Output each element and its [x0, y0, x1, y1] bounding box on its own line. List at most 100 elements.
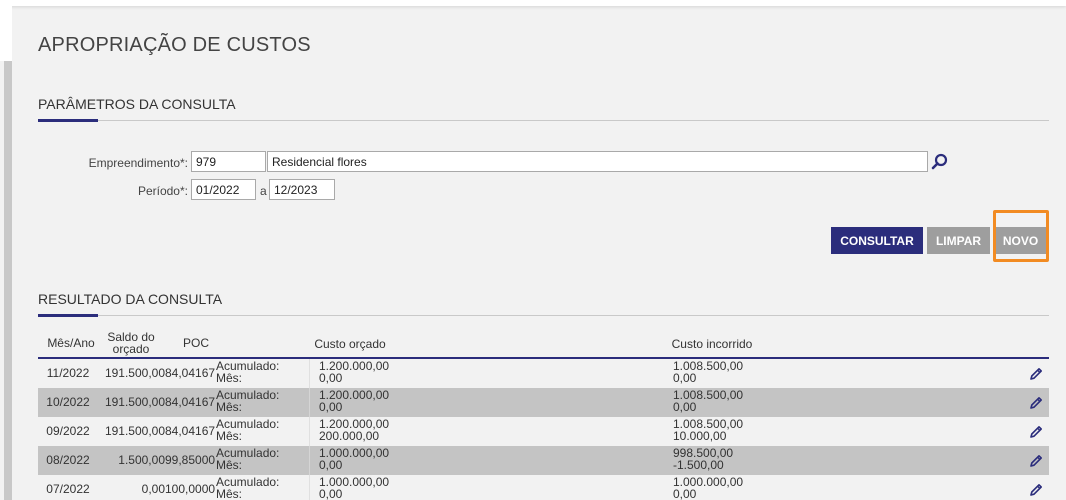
- cell-custo-orcado: 1.000.000,00 0,00: [319, 446, 519, 475]
- incorrido-acumulado: 1.000.000,00: [673, 475, 744, 489]
- search-icon: [931, 153, 947, 169]
- header-saldo-line2: orçado: [112, 342, 150, 356]
- cell-poc: 99,85000: [165, 453, 216, 467]
- incorrido-mes: -1.500,00: [673, 458, 724, 472]
- orcado-mes: 0,00: [319, 400, 343, 414]
- cell-divider: [309, 475, 310, 500]
- results-section-title: RESULTADO DA CONSULTA: [38, 291, 223, 307]
- left-panel-edge: [0, 6, 12, 61]
- orcado-acumulado: 1.200.000,00: [319, 359, 390, 373]
- cell-custo-orcado: 1.200.000,00 0,00: [319, 388, 519, 417]
- header-poc: POC: [182, 336, 209, 350]
- page-title: APROPRIAÇÃO DE CUSTOS: [38, 34, 311, 56]
- cell-poc: 100,0000: [165, 482, 216, 496]
- incorrido-acumulado: 1.008.500,00: [673, 388, 744, 402]
- header-saldo: Saldo do orçado: [100, 331, 162, 355]
- cell-mes-ano: 07/2022: [46, 482, 90, 496]
- params-accent: [38, 119, 98, 122]
- edit-button[interactable]: [1025, 417, 1047, 446]
- periodo-end-input[interactable]: [269, 179, 335, 200]
- top-bar: [0, 0, 1066, 6]
- cell-custo-orcado: 1.200.000,00 200.000,00: [319, 417, 519, 446]
- incorrido-mes: 0,00: [673, 400, 697, 414]
- orcado-mes: 0,00: [319, 371, 343, 385]
- table-row: 07/2022 0,00 100,0000 Acumulado: Mês: 1.000.0…: [38, 475, 1049, 500]
- cell-divider: [309, 388, 310, 417]
- cell-labels: Acumulado: Mês:: [216, 446, 306, 475]
- header-custo-orcado: Custo orçado: [314, 337, 386, 351]
- periodo-label: Período*:: [137, 184, 188, 198]
- incorrido-mes: 0,00: [673, 371, 697, 385]
- cell-labels: Acumulado: Mês:: [216, 388, 306, 417]
- cell-divider: [309, 417, 310, 446]
- empreendimento-code-input[interactable]: [191, 151, 266, 172]
- cell-divider: [309, 446, 310, 475]
- periodo-separator: a: [260, 184, 267, 198]
- cell-mes-ano: 08/2022: [46, 453, 90, 467]
- cell-custo-incorrido: 1.008.500,00 0,00: [673, 359, 873, 388]
- orcado-mes: 200.000,00: [319, 429, 380, 443]
- cell-divider: [309, 359, 310, 388]
- cell-saldo: 1.500,00: [118, 453, 165, 467]
- pencil-icon: [1030, 396, 1042, 409]
- results-divider: [38, 315, 1049, 316]
- edit-button[interactable]: [1025, 359, 1047, 388]
- cell-custo-incorrido: 1.000.000,00 0,00: [673, 475, 873, 500]
- incorrido-mes: 0,00: [673, 487, 697, 500]
- params-section-title: PARÂMETROS DA CONSULTA: [38, 96, 236, 112]
- pencil-icon: [1030, 483, 1042, 496]
- cell-poc: 84,04167: [165, 366, 216, 380]
- edit-button[interactable]: [1025, 475, 1047, 500]
- header-custo-incorrido: Custo incorrido: [671, 337, 753, 351]
- table-row: 09/2022 191.500,00 84,04167 Acumulado: Mês: 1…: [38, 417, 1049, 446]
- orcado-mes: 0,00: [319, 458, 343, 472]
- cell-custo-incorrido: 1.008.500,00 0,00: [673, 388, 873, 417]
- pencil-icon: [1030, 367, 1042, 380]
- cell-saldo: 191.500,00: [104, 424, 165, 438]
- cell-saldo: 0,00: [141, 482, 165, 496]
- incorrido-acumulado: 1.008.500,00: [673, 359, 744, 373]
- orcado-mes: 0,00: [319, 487, 343, 500]
- pencil-icon: [1030, 425, 1042, 438]
- table-row: 11/2022 191.500,00 84,04167 Acumulado: Mês: 1…: [38, 359, 1049, 388]
- empreendimento-label: Empreendimento*:: [88, 156, 188, 170]
- left-scrollbar[interactable]: [4, 61, 12, 500]
- cell-saldo: 191.500,00: [104, 395, 165, 409]
- table-row: 08/2022 1.500,00 99,85000 Acumulado: Mês: 1.0…: [38, 446, 1049, 475]
- search-button[interactable]: [928, 151, 951, 172]
- edit-button[interactable]: [1025, 446, 1047, 475]
- novo-button[interactable]: NOVO: [995, 227, 1046, 254]
- consultar-button[interactable]: CONSULTAR: [831, 227, 923, 254]
- label-mes: Mês:: [216, 400, 243, 414]
- orcado-acumulado: 1.000.000,00: [319, 446, 390, 460]
- results-accent: [38, 314, 98, 317]
- cell-custo-incorrido: 998.500,00 -1.500,00: [673, 446, 873, 475]
- cell-labels: Acumulado: Mês:: [216, 417, 306, 446]
- cell-custo-incorrido: 1.008.500,00 10.000,00: [673, 417, 873, 446]
- cell-custo-orcado: 1.000.000,00 0,00: [319, 475, 519, 500]
- cell-mes-ano: 10/2022: [46, 395, 90, 409]
- periodo-start-input[interactable]: [191, 179, 256, 200]
- cell-saldo: 191.500,00: [104, 366, 165, 380]
- incorrido-mes: 10.000,00: [673, 429, 727, 443]
- cell-poc: 84,04167: [165, 395, 216, 409]
- cell-custo-orcado: 1.200.000,00 0,00: [319, 359, 519, 388]
- table-row: 10/2022 191.500,00 84,04167 Acumulado: Mês: 1…: [38, 388, 1049, 417]
- limpar-button[interactable]: LIMPAR: [927, 227, 990, 254]
- pencil-icon: [1030, 454, 1042, 467]
- cell-labels: Acumulado: Mês:: [216, 475, 306, 500]
- header-mes-ano: Mês/Ano: [47, 336, 95, 350]
- edit-button[interactable]: [1025, 388, 1047, 417]
- label-mes: Mês:: [216, 458, 243, 472]
- label-mes: Mês:: [216, 429, 243, 443]
- params-divider: [38, 120, 1049, 121]
- cell-mes-ano: 09/2022: [46, 424, 90, 438]
- label-mes: Mês:: [216, 371, 243, 385]
- cell-poc: 84,04167: [165, 424, 216, 438]
- empreendimento-name-input[interactable]: [267, 151, 928, 172]
- orcado-acumulado: 1.200.000,00: [319, 388, 390, 402]
- label-mes: Mês:: [216, 487, 243, 500]
- cell-labels: Acumulado: Mês:: [216, 359, 306, 388]
- orcado-acumulado: 1.000.000,00: [319, 475, 390, 489]
- cell-mes-ano: 11/2022: [46, 366, 90, 380]
